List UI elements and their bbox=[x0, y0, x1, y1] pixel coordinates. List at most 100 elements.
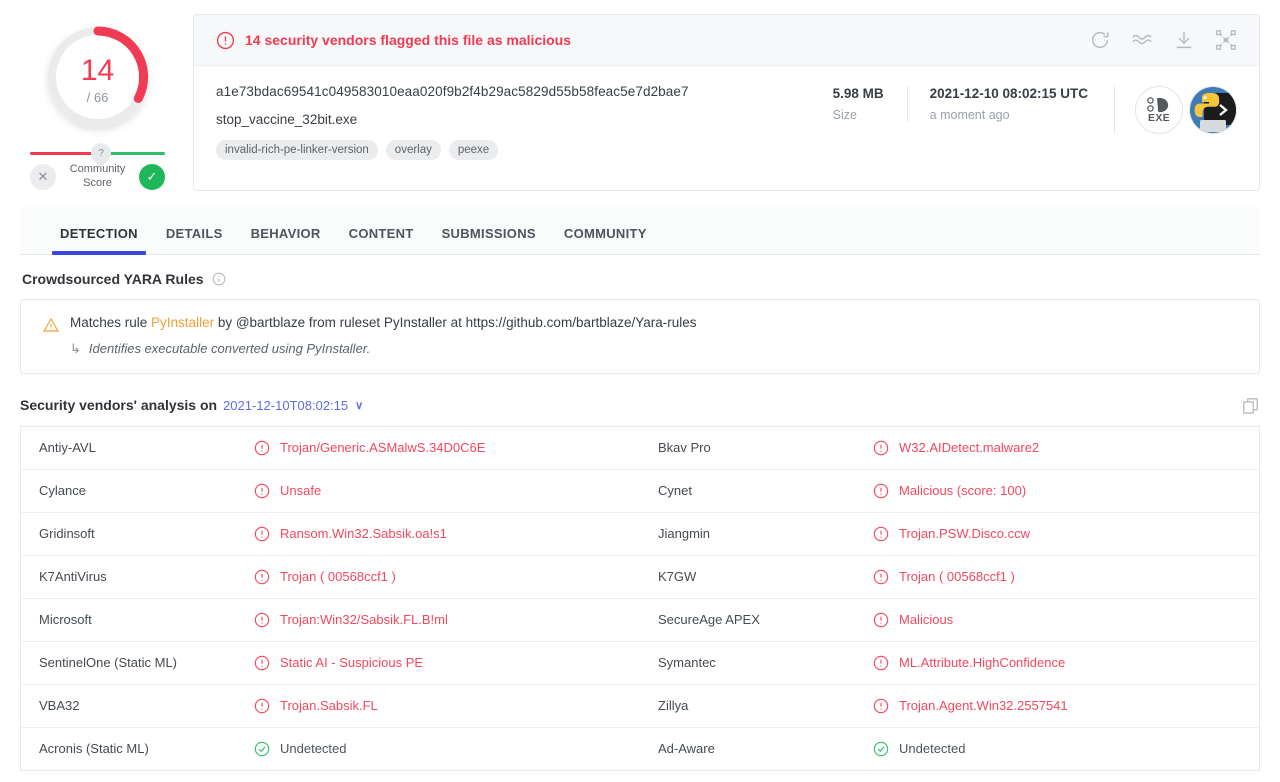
malicious-banner: 14 security vendors flagged this file as… bbox=[194, 15, 1259, 66]
detection-gauge: 14 / 66 bbox=[38, 20, 158, 138]
warning-triangle-icon bbox=[43, 317, 59, 333]
detection-count: 14 bbox=[81, 56, 114, 86]
malicious-banner-text: 14 security vendors flagged this file as… bbox=[245, 32, 571, 48]
virustotal-file-report: 14 / 66 ? ✕ Community Score bbox=[0, 0, 1280, 782]
community-score-label-line2: Score bbox=[70, 177, 126, 191]
file-thumbnail bbox=[1189, 86, 1237, 134]
vendor-result-label: Trojan/Generic.ASMalwS.34D0C6E bbox=[280, 440, 485, 455]
tab-community[interactable]: COMMUNITY bbox=[550, 226, 661, 254]
vendor-name: Cylance bbox=[39, 483, 254, 498]
file-tag[interactable]: invalid-rich-pe-linker-version bbox=[216, 140, 378, 160]
alert-circle-icon bbox=[254, 526, 270, 542]
vendor-cell: VBA32 Trojan.Sabsik.FL bbox=[21, 685, 640, 727]
file-type-icons: EXE bbox=[1114, 86, 1237, 134]
alert-circle-icon bbox=[254, 655, 270, 671]
vendor-result: Undetected bbox=[873, 741, 966, 757]
community-bar-negative bbox=[30, 152, 98, 155]
vendor-cell: Bkav Pro W32.AIDetect.malware2 bbox=[640, 427, 1259, 469]
community-upvote-button[interactable]: ✓ bbox=[139, 164, 165, 190]
vendor-name: Gridinsoft bbox=[39, 526, 254, 541]
vendor-cell: Symantec ML.Attribute.HighConfidence bbox=[640, 642, 1259, 684]
vendor-result-label: Trojan.Agent.Win32.2557541 bbox=[899, 698, 1068, 713]
yara-rule-name[interactable]: PyInstaller bbox=[151, 315, 214, 330]
alert-circle-icon bbox=[216, 31, 235, 50]
yara-rule-match: Matches rule PyInstaller by @bartblaze f… bbox=[21, 300, 1259, 373]
vendor-result-label: Malicious bbox=[899, 612, 953, 627]
download-icon[interactable] bbox=[1173, 29, 1195, 51]
vendors-analysis-date[interactable]: 2021-12-10T08:02:15 bbox=[223, 398, 348, 413]
vendor-name: Acronis (Static ML) bbox=[39, 741, 254, 756]
tab-behavior[interactable]: BEHAVIOR bbox=[237, 226, 335, 254]
alert-circle-icon bbox=[254, 612, 270, 628]
reanalyze-icon[interactable] bbox=[1089, 29, 1111, 51]
vendor-result: Trojan ( 00568ccf1 ) bbox=[254, 569, 396, 585]
vendor-result: Ransom.Win32.Sabsik.oa!s1 bbox=[254, 526, 447, 542]
report-header: 14 / 66 ? ✕ Community Score bbox=[0, 0, 1280, 191]
alert-circle-icon bbox=[254, 569, 270, 585]
tab-submissions[interactable]: SUBMISSIONS bbox=[428, 226, 550, 254]
vendor-name: VBA32 bbox=[39, 698, 254, 713]
file-size-value: 5.98 MB bbox=[833, 86, 885, 101]
table-row: Antiy-AVL Trojan/Generic.ASMalwS.34D0C6E… bbox=[21, 427, 1259, 469]
vendor-result: Undetected bbox=[254, 741, 347, 757]
vendor-name: Ad-Aware bbox=[658, 741, 873, 756]
alert-circle-icon bbox=[873, 526, 889, 542]
file-hash[interactable]: a1e73bdac69541c049583010eaa020f9b2f4b29a… bbox=[216, 84, 811, 99]
community-score: ? ✕ Community Score ✓ bbox=[30, 152, 165, 191]
vendor-result: Trojan.Sabsik.FL bbox=[254, 698, 378, 714]
vendor-cell: Cylance Unsafe bbox=[21, 470, 640, 512]
yara-rule-description: Identifies executable converted using Py… bbox=[89, 341, 370, 356]
vendor-result-label: Trojan ( 00568ccf1 ) bbox=[280, 569, 396, 584]
vendor-cell: Antiy-AVL Trojan/Generic.ASMalwS.34D0C6E bbox=[21, 427, 640, 469]
vendor-name: Bkav Pro bbox=[658, 440, 873, 455]
tab-detection[interactable]: DETECTION bbox=[46, 226, 152, 254]
file-date-value: 2021-12-10 08:02:15 UTC bbox=[930, 86, 1088, 101]
table-row: VBA32 Trojan.Sabsik.FL Zillya Trojan.Age… bbox=[21, 684, 1259, 727]
file-size-label: Size bbox=[833, 108, 885, 122]
vendor-cell: Acronis (Static ML) Undetected bbox=[21, 728, 640, 770]
yara-arrow-icon: ↳ bbox=[70, 341, 81, 357]
file-summary-card: 14 security vendors flagged this file as… bbox=[193, 14, 1260, 191]
detection-score-widget: 14 / 66 ? ✕ Community Score bbox=[20, 14, 175, 191]
report-tabs: DETECTION DETAILS BEHAVIOR CONTENT SUBMI… bbox=[20, 207, 1260, 255]
alert-circle-icon bbox=[873, 569, 889, 585]
vendor-result: Unsafe bbox=[254, 483, 321, 499]
vendor-result-label: Trojan.Sabsik.FL bbox=[280, 698, 378, 713]
info-icon[interactable] bbox=[212, 272, 226, 286]
file-details: a1e73bdac69541c049583010eaa020f9b2f4b29a… bbox=[194, 66, 1259, 174]
vendor-cell: K7GW Trojan ( 00568ccf1 ) bbox=[640, 556, 1259, 598]
vendor-name: Symantec bbox=[658, 655, 873, 670]
tab-details[interactable]: DETAILS bbox=[152, 226, 237, 254]
alert-circle-icon bbox=[873, 612, 889, 628]
table-row: K7AntiVirus Trojan ( 00568ccf1 ) K7GW Tr… bbox=[21, 555, 1259, 598]
similar-icon[interactable] bbox=[1131, 29, 1153, 51]
vendor-result-label: Static AI - Suspicious PE bbox=[280, 655, 423, 670]
copy-icon[interactable] bbox=[1241, 396, 1260, 415]
graph-icon[interactable] bbox=[1215, 29, 1237, 51]
vendor-name: K7AntiVirus bbox=[39, 569, 254, 584]
vendor-name: Cynet bbox=[658, 483, 873, 498]
vendor-name: Microsoft bbox=[39, 612, 254, 627]
tab-content[interactable]: CONTENT bbox=[335, 226, 428, 254]
vendor-result: Trojan ( 00568ccf1 ) bbox=[873, 569, 1015, 585]
file-tag[interactable]: overlay bbox=[386, 140, 441, 160]
vendor-result: W32.AIDetect.malware2 bbox=[873, 440, 1039, 456]
vendor-result-label: Trojan.PSW.Disco.ccw bbox=[899, 526, 1030, 541]
alert-circle-icon bbox=[254, 483, 270, 499]
vendor-result: ML.Attribute.HighConfidence bbox=[873, 655, 1065, 671]
chevron-down-icon[interactable]: ∨ bbox=[355, 399, 363, 412]
gears-icon bbox=[1146, 96, 1172, 113]
table-row: Gridinsoft Ransom.Win32.Sabsik.oa!s1 Jia… bbox=[21, 512, 1259, 555]
vendor-name: Jiangmin bbox=[658, 526, 873, 541]
vendor-result: Malicious (score: 100) bbox=[873, 483, 1026, 499]
community-downvote-button[interactable]: ✕ bbox=[30, 164, 56, 190]
file-size-cell: 5.98 MB Size bbox=[811, 86, 907, 122]
vendor-result-label: Malicious (score: 100) bbox=[899, 483, 1026, 498]
yara-match-suffix: by @bartblaze from ruleset PyInstaller a… bbox=[214, 315, 696, 330]
vendor-result-label: W32.AIDetect.malware2 bbox=[899, 440, 1039, 455]
vendor-cell: Jiangmin Trojan.PSW.Disco.ccw bbox=[640, 513, 1259, 555]
vendors-analysis-heading: Security vendors' analysis on bbox=[20, 397, 217, 413]
file-tag[interactable]: peexe bbox=[449, 140, 498, 160]
alert-circle-icon bbox=[873, 698, 889, 714]
file-name: stop_vaccine_32bit.exe bbox=[216, 112, 811, 127]
